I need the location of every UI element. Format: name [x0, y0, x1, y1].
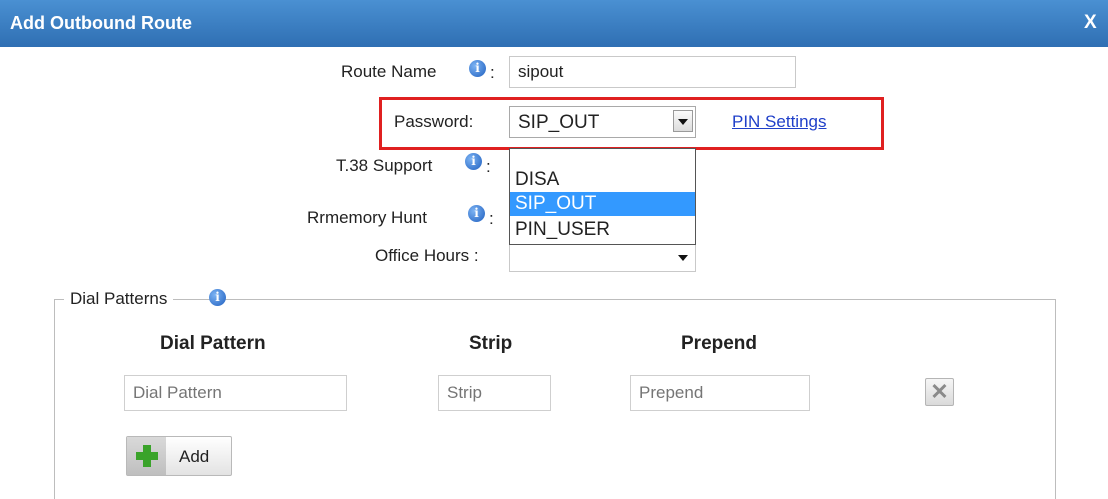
col-dial-pattern: Dial Pattern [160, 333, 266, 354]
option-disa[interactable]: DISA [510, 168, 695, 192]
plus-icon [127, 437, 166, 475]
chevron-down-icon[interactable] [673, 110, 693, 132]
password-options-list[interactable]: DISA SIP_OUT PIN_USER [509, 148, 696, 245]
dial-patterns-legend: Dial Patterns [64, 289, 174, 313]
info-icon[interactable]: i [468, 205, 485, 222]
info-icon[interactable]: i [465, 153, 482, 170]
t38-support-colon: : [486, 157, 491, 176]
password-label: Password: [394, 112, 474, 131]
option-sip-out[interactable]: SIP_OUT [510, 192, 695, 216]
rrmemory-hunt-label: Rrmemory Hunt [307, 208, 427, 227]
option-pin-user[interactable]: PIN_USER [510, 218, 695, 242]
route-name-label: Route Name [341, 62, 437, 81]
office-hours-select[interactable] [509, 242, 696, 272]
office-hours-label: Office Hours : [375, 246, 479, 265]
add-pattern-button[interactable]: Add [126, 436, 232, 476]
add-label: Add [179, 447, 210, 466]
t38-support-label: T.38 Support [336, 156, 433, 175]
dial-pattern-input[interactable] [124, 375, 347, 411]
dialog-title: Add Outbound Route [10, 13, 192, 33]
route-name-input[interactable] [509, 56, 796, 88]
chevron-down-icon[interactable] [678, 255, 688, 261]
password-select[interactable]: SIP_OUT [509, 106, 696, 138]
strip-input[interactable] [438, 375, 551, 411]
info-icon[interactable]: i [469, 60, 486, 77]
delete-x-icon: ✕ [930, 379, 949, 404]
rrmemory-hunt-colon: : [489, 209, 494, 228]
info-icon[interactable]: i [209, 289, 226, 306]
dialog-titlebar: Add Outbound Route X [0, 0, 1108, 47]
route-name-colon: : [490, 63, 495, 82]
pin-settings-link[interactable]: PIN Settings [732, 112, 827, 132]
close-icon[interactable]: X [1084, 12, 1097, 34]
delete-row-button[interactable]: ✕ [925, 378, 954, 406]
password-selected-value: SIP_OUT [518, 112, 600, 133]
prepend-input[interactable] [630, 375, 810, 411]
dial-patterns-title: Dial Patterns [70, 289, 168, 308]
col-prepend: Prepend [681, 333, 758, 354]
col-strip: Strip [469, 333, 513, 354]
